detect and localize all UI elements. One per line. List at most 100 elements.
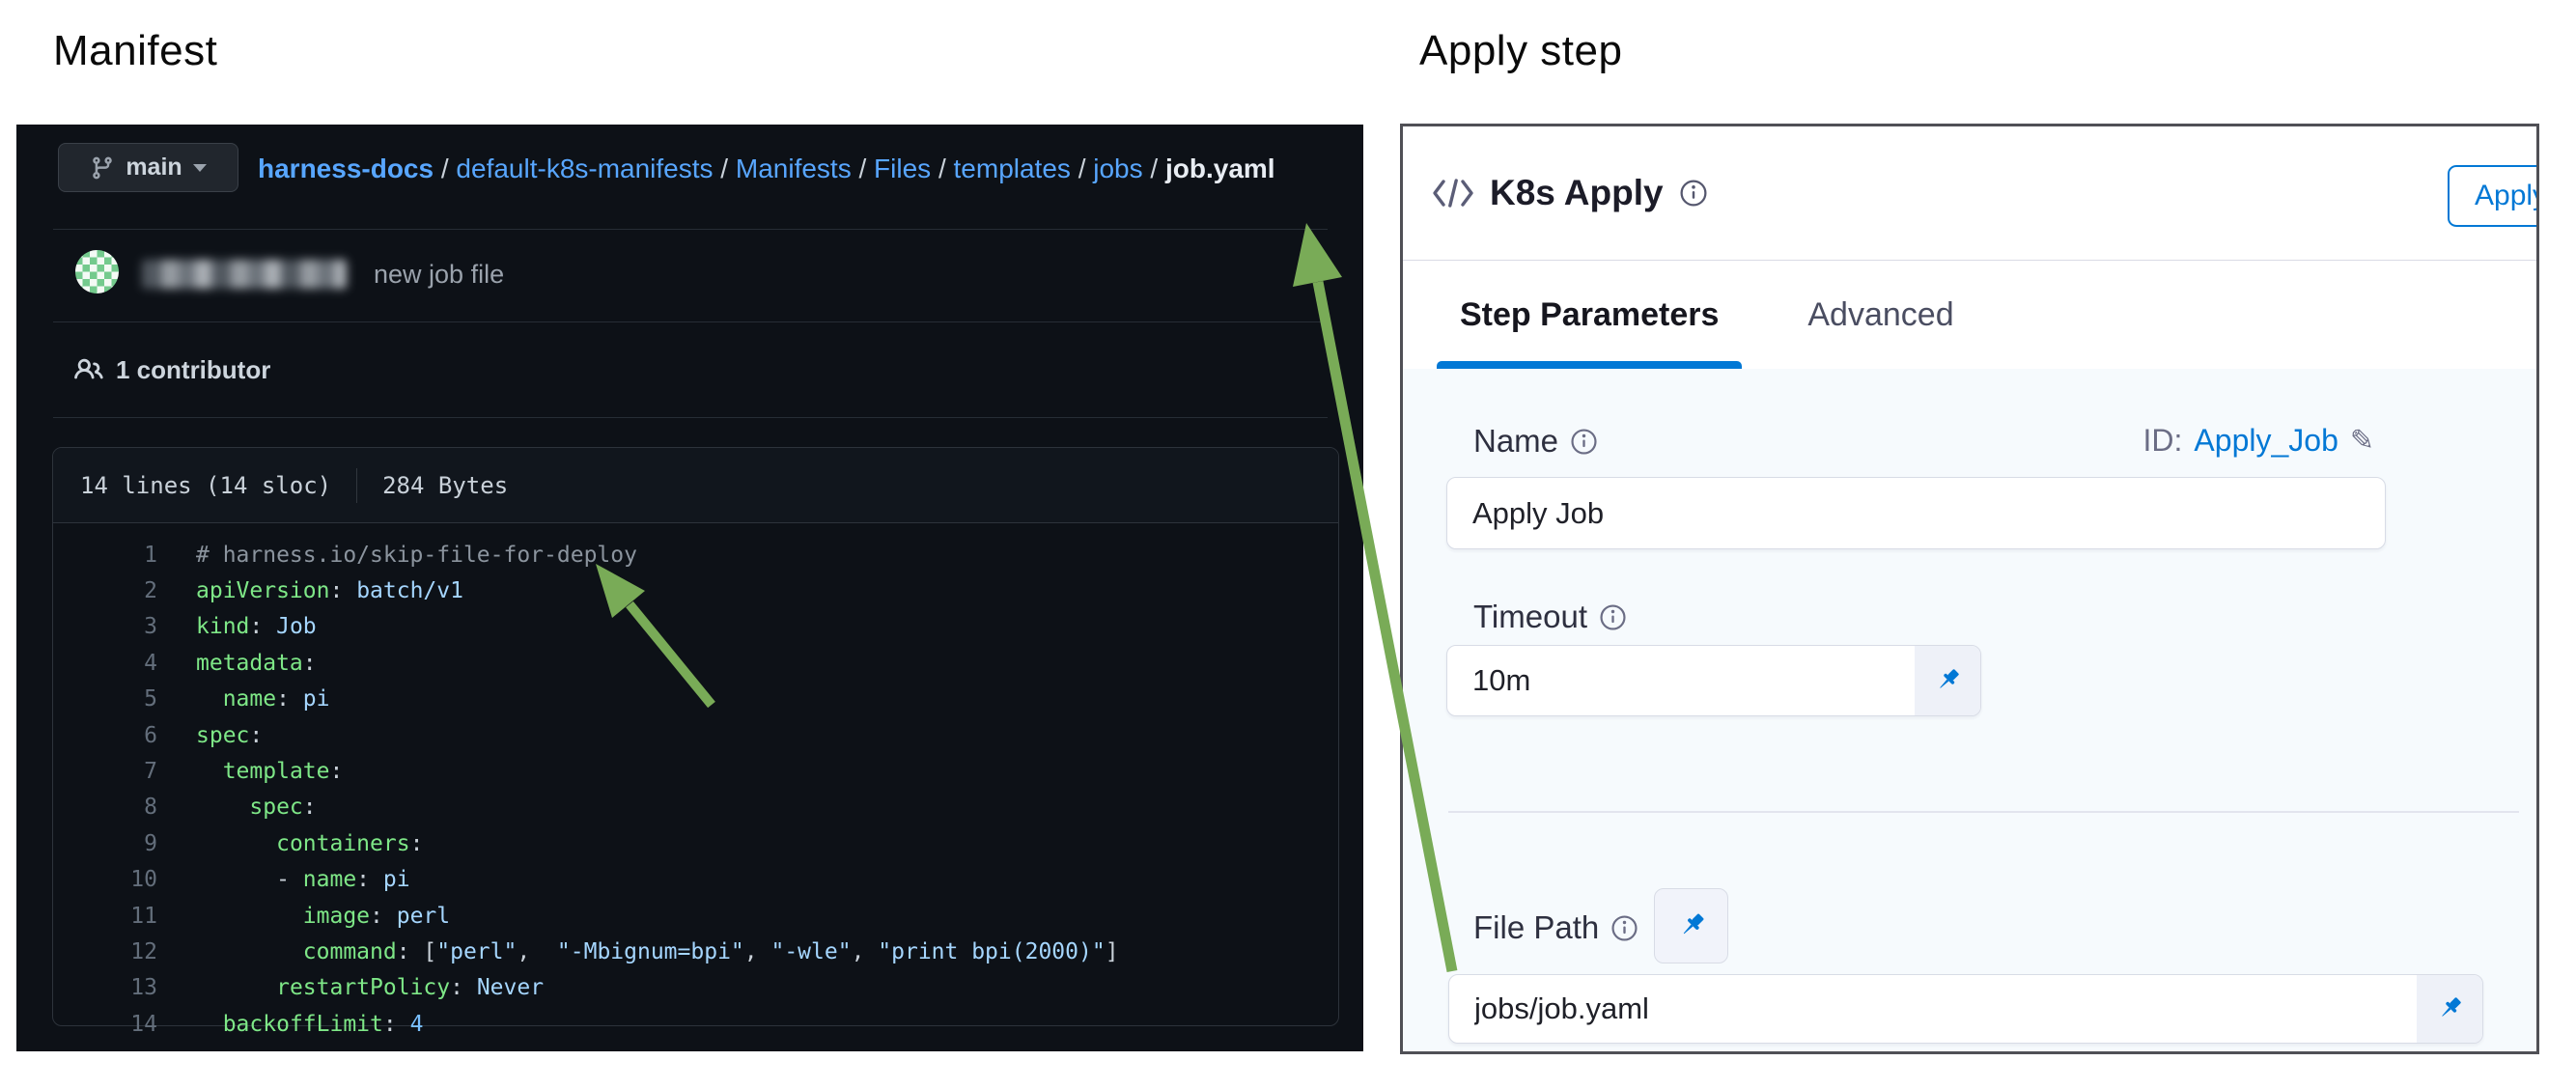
tab-step-parameters[interactable]: Step Parameters	[1437, 261, 1742, 369]
code-line: 13 restartPolicy: Never	[53, 970, 1338, 1006]
chevron-down-icon	[193, 164, 207, 172]
breadcrumb-separator: /	[852, 154, 874, 183]
redacted-username	[142, 260, 347, 289]
apply-button[interactable]: Apply	[2448, 165, 2539, 227]
line-content: image: perl	[157, 904, 450, 929]
name-input[interactable]	[1447, 478, 2385, 548]
code-line: 11 image: perl	[53, 898, 1338, 934]
github-file-panel: main harness-docs / default-k8s-manifest…	[16, 125, 1363, 1051]
breadcrumb-item-Manifests[interactable]: Manifests	[736, 154, 852, 183]
code-line: 12 command: ["perl", "-Mbignum=bpi", "-w…	[53, 934, 1338, 969]
manifest-title: Manifest	[53, 27, 217, 75]
file-size: 284 Bytes	[382, 472, 508, 499]
tab-advanced[interactable]: Advanced	[1784, 261, 1976, 369]
breadcrumb-item-templates[interactable]: templates	[954, 154, 1071, 183]
breadcrumb-separator: /	[931, 154, 953, 183]
breadcrumb-item-default-k8s-manifests[interactable]: default-k8s-manifests	[456, 154, 713, 183]
apply-step-title: Apply step	[1419, 27, 1622, 75]
filepath-input-shell	[1448, 974, 2483, 1044]
contributor-count-link[interactable]: 1 contributor	[116, 355, 270, 385]
code-line: 3kind: Job	[53, 609, 1338, 645]
line-number[interactable]: 6	[53, 723, 157, 748]
filepath-input[interactable]	[1449, 975, 2417, 1043]
section-divider	[1448, 811, 2519, 813]
code-line: 4metadata:	[53, 645, 1338, 681]
line-number[interactable]: 5	[53, 686, 157, 712]
line-number[interactable]: 3	[53, 614, 157, 639]
breadcrumb-item-harness-docs[interactable]: harness-docs	[258, 154, 434, 183]
file-stats-bar: 14 lines (14 sloc) 284 Bytes	[53, 448, 1338, 523]
line-content: spec:	[157, 795, 317, 820]
people-icon	[74, 355, 103, 384]
code-line: 7 template:	[53, 753, 1338, 789]
line-number[interactable]: 10	[53, 867, 157, 892]
line-number[interactable]: 13	[53, 975, 157, 1000]
code-line: 14 backoffLimit: 4	[53, 1006, 1338, 1042]
line-number[interactable]: 8	[53, 795, 157, 820]
breadcrumb-item-Files[interactable]: Files	[874, 154, 931, 183]
timeout-label-row: Timeout	[1473, 599, 1627, 635]
branch-selector-button[interactable]: main	[58, 143, 238, 192]
step-parameters-content: Name ID: Apply_Job ✎ Timeout	[1403, 369, 2536, 1051]
pin-toggle-button[interactable]	[1654, 888, 1728, 963]
step-id-row: ID: Apply_Job ✎	[2143, 423, 2374, 459]
edit-pencil-icon[interactable]: ✎	[2350, 424, 2374, 458]
line-number[interactable]: 9	[53, 831, 157, 856]
breadcrumb-separator: /	[714, 154, 736, 183]
id-label: ID:	[2143, 423, 2183, 459]
breadcrumb: harness-docs / default-k8s-manifests / M…	[258, 154, 1275, 184]
timeout-input[interactable]	[1447, 646, 1915, 715]
line-content: containers:	[157, 831, 423, 856]
code-line: 9 containers:	[53, 825, 1338, 861]
name-label-row: Name	[1473, 423, 1598, 460]
code-body: 1# harness.io/skip-file-for-deploy2apiVe…	[53, 523, 1338, 1042]
info-icon[interactable]	[1679, 179, 1708, 208]
git-branch-icon	[90, 155, 115, 181]
commit-box: new job file 1 contributor	[53, 229, 1328, 418]
line-content: template:	[157, 759, 343, 784]
line-content: # harness.io/skip-file-for-deploy	[157, 543, 637, 568]
code-line: 5 name: pi	[53, 682, 1338, 717]
timeout-label: Timeout	[1473, 599, 1587, 635]
line-content: name: pi	[157, 686, 330, 712]
name-label: Name	[1473, 423, 1558, 460]
line-number[interactable]: 2	[53, 578, 157, 603]
line-number[interactable]: 14	[53, 1012, 157, 1037]
line-count: 14 lines (14 sloc)	[80, 472, 331, 499]
line-content: spec:	[157, 723, 263, 748]
name-input-shell	[1446, 477, 2386, 549]
line-content: command: ["perl", "-Mbignum=bpi", "-wle"…	[157, 939, 1119, 964]
divider	[356, 468, 357, 503]
code-line: 8 spec:	[53, 790, 1338, 825]
info-icon[interactable]	[1599, 603, 1627, 631]
pin-toggle[interactable]	[1915, 646, 1980, 715]
breadcrumb-separator: /	[434, 154, 456, 183]
line-number[interactable]: 12	[53, 939, 157, 964]
line-content: - name: pi	[157, 867, 410, 892]
code-line: 2apiVersion: batch/v1	[53, 572, 1338, 608]
line-content: kind: Job	[157, 614, 317, 639]
info-icon[interactable]	[1610, 914, 1638, 942]
breadcrumb-item-jobs[interactable]: jobs	[1093, 154, 1142, 183]
line-number[interactable]: 11	[53, 904, 157, 929]
code-line: 1# harness.io/skip-file-for-deploy	[53, 537, 1338, 572]
line-content: backoffLimit: 4	[157, 1012, 423, 1037]
commit-message-link[interactable]: new job file	[374, 260, 504, 290]
breadcrumb-separator: /	[1071, 154, 1093, 183]
id-value-link[interactable]: Apply_Job	[2194, 423, 2338, 459]
breadcrumb-item-job.yaml: job.yaml	[1165, 154, 1275, 183]
breadcrumb-separator: /	[1143, 154, 1165, 183]
step-header: K8s Apply Apply	[1403, 126, 2536, 261]
pin-toggle[interactable]	[2417, 975, 2482, 1043]
tabs: Step Parameters Advanced	[1403, 261, 2536, 369]
filepath-label: File Path	[1473, 909, 1599, 946]
screenshot-stage: Manifest Apply step main harness-docs / …	[0, 0, 2576, 1089]
avatar	[75, 250, 119, 293]
contributors-row: 1 contributor	[53, 322, 1328, 417]
line-number[interactable]: 7	[53, 759, 157, 784]
code-line: 10 - name: pi	[53, 862, 1338, 898]
info-icon[interactable]	[1570, 428, 1598, 456]
line-number[interactable]: 4	[53, 651, 157, 676]
line-number[interactable]: 1	[53, 543, 157, 568]
line-content: metadata:	[157, 651, 317, 676]
